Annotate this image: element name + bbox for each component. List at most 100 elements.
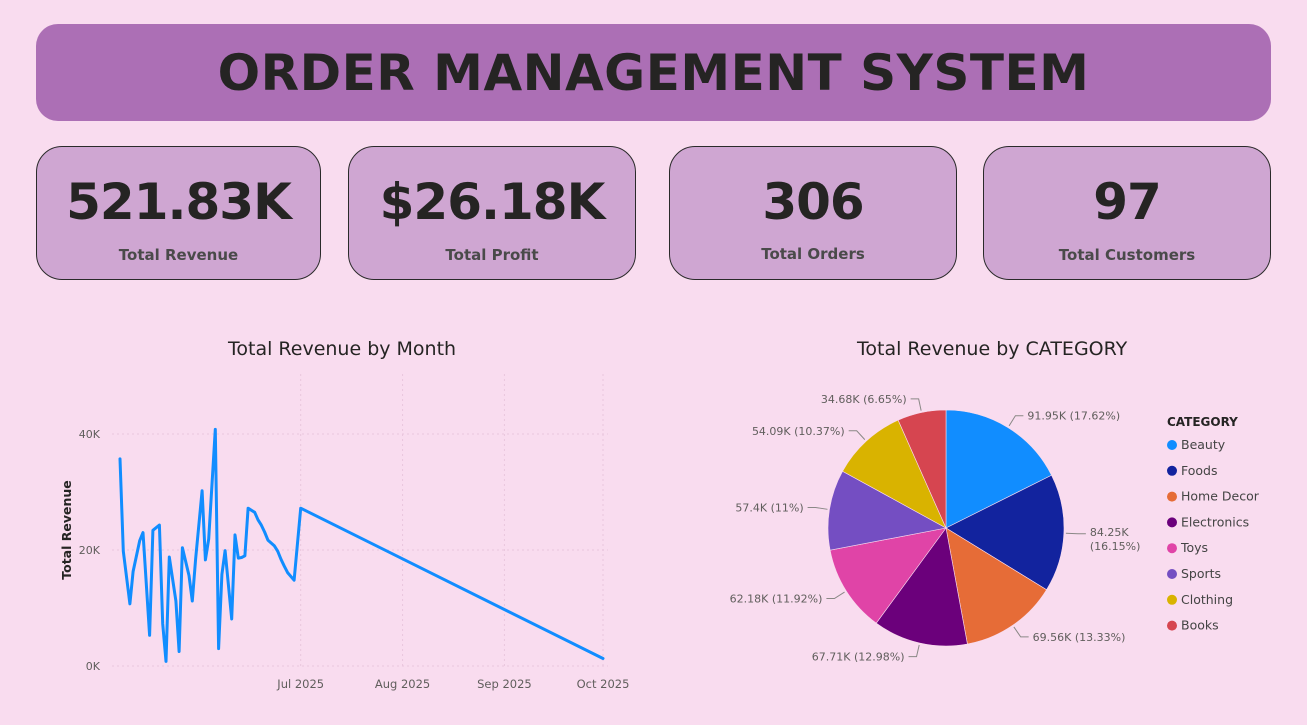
revenue-data-point[interactable] bbox=[229, 617, 234, 622]
revenue-data-point[interactable] bbox=[259, 523, 264, 528]
kpi-value: 521.83K bbox=[66, 173, 292, 231]
pie-data-label: 57.4K (11%) bbox=[735, 501, 803, 514]
x-tick-label: Oct 2025 bbox=[577, 677, 630, 691]
revenue-data-point[interactable] bbox=[256, 517, 261, 522]
revenue-data-point[interactable] bbox=[131, 569, 136, 574]
revenue-data-point[interactable] bbox=[298, 506, 303, 511]
revenue-data-point[interactable] bbox=[279, 557, 284, 562]
kpi-label: Total Revenue bbox=[118, 246, 239, 264]
legend-item-label[interactable]: Electronics bbox=[1181, 514, 1249, 529]
revenue-data-point[interactable] bbox=[219, 572, 224, 577]
revenue-data-point[interactable] bbox=[190, 599, 195, 604]
revenue-data-point[interactable] bbox=[206, 536, 211, 541]
pie-chart-title: Total Revenue by CATEGORY bbox=[857, 338, 1128, 360]
revenue-by-category-pie-chart[interactable]: 91.95K (17.62%) 84.25K (16.15%) 69.56K (13.… bbox=[690, 375, 1307, 675]
legend-marker bbox=[1167, 491, 1177, 502]
pie-data-label: 67.71K (12.98%) bbox=[812, 651, 905, 664]
kpi-label: Total Orders bbox=[761, 245, 865, 263]
revenue-data-point[interactable] bbox=[177, 649, 182, 654]
legend-marker bbox=[1167, 440, 1177, 450]
revenue-data-point[interactable] bbox=[164, 659, 169, 664]
pie-data-label: 91.95K (17.62%) bbox=[1027, 410, 1120, 423]
pie-leader-line bbox=[908, 644, 920, 658]
revenue-data-point[interactable] bbox=[118, 456, 123, 461]
kpi-label: Total Profit bbox=[445, 246, 539, 264]
pie-leader-line bbox=[826, 591, 845, 600]
revenue-data-point[interactable] bbox=[127, 601, 132, 606]
pie-leader-line bbox=[1013, 626, 1029, 638]
y-axis-label: Total Revenue bbox=[59, 480, 74, 580]
legend-item-label[interactable]: Books bbox=[1181, 618, 1219, 633]
y-tick-label: 0K bbox=[86, 660, 101, 673]
kpi-card-total-profit[interactable]: $26.18K Total Profit bbox=[348, 146, 636, 280]
revenue-data-point[interactable] bbox=[200, 488, 205, 493]
y-tick-label: 20K bbox=[79, 544, 101, 557]
pie-data-label: 84.25K (16.15%) bbox=[1090, 526, 1141, 553]
legend-marker bbox=[1167, 465, 1177, 476]
kpi-card-total-revenue[interactable]: 521.83K Total Revenue bbox=[36, 146, 321, 280]
kpi-value: 306 bbox=[762, 173, 864, 231]
pie-leader-line bbox=[848, 430, 866, 440]
legend-marker bbox=[1167, 594, 1177, 605]
revenue-data-point[interactable] bbox=[275, 549, 280, 554]
pie-leader-line bbox=[1008, 415, 1024, 427]
x-tick-label: Aug 2025 bbox=[375, 677, 430, 691]
revenue-data-point[interactable] bbox=[121, 549, 126, 554]
revenue-data-point[interactable] bbox=[252, 510, 257, 515]
dashboard-title: ORDER MANAGEMENT SYSTEM bbox=[217, 43, 1090, 102]
revenue-data-point[interactable] bbox=[601, 656, 606, 661]
pie-leader-line bbox=[910, 398, 922, 411]
revenue-data-point[interactable] bbox=[137, 538, 142, 543]
revenue-data-point[interactable] bbox=[160, 621, 165, 626]
x-tick-label: Jul 2025 bbox=[276, 677, 324, 691]
revenue-data-point[interactable] bbox=[233, 532, 238, 537]
revenue-data-point[interactable] bbox=[147, 633, 152, 638]
revenue-data-point[interactable] bbox=[282, 564, 287, 569]
x-tick-label: Sep 2025 bbox=[477, 677, 532, 691]
pie-data-label: 54.09K (10.37%) bbox=[752, 425, 845, 438]
legend-item-label[interactable]: Toys bbox=[1180, 540, 1208, 555]
revenue-data-point[interactable] bbox=[246, 506, 251, 511]
revenue-data-point[interactable] bbox=[262, 530, 267, 535]
revenue-data-point[interactable] bbox=[180, 545, 185, 550]
revenue-data-point[interactable] bbox=[213, 427, 218, 432]
pie-leader-line bbox=[807, 506, 828, 510]
kpi-value: $26.18K bbox=[379, 173, 606, 231]
revenue-series-line[interactable] bbox=[118, 427, 605, 663]
y-tick-label: 40K bbox=[79, 428, 101, 441]
revenue-data-point[interactable] bbox=[167, 554, 172, 559]
revenue-data-point[interactable] bbox=[216, 646, 221, 651]
revenue-data-point[interactable] bbox=[242, 553, 247, 558]
pie-data-label: 62.18K (11.92%) bbox=[730, 593, 823, 606]
dashboard-header: ORDER MANAGEMENT SYSTEM bbox=[36, 24, 1271, 121]
revenue-data-point[interactable] bbox=[265, 538, 270, 543]
revenue-data-point[interactable] bbox=[203, 557, 208, 562]
revenue-by-month-line-chart[interactable]: 0K 20K 40K Jul 2025 Aug 2025 Sep 2025 Oct 2025… bbox=[0, 360, 650, 700]
legend-item-label[interactable]: Sports bbox=[1181, 566, 1221, 581]
revenue-data-point[interactable] bbox=[193, 557, 198, 562]
legend-marker bbox=[1167, 620, 1177, 631]
revenue-data-point[interactable] bbox=[150, 528, 155, 533]
legend-item-label[interactable]: Foods bbox=[1181, 463, 1218, 478]
legend-item-label[interactable]: Beauty bbox=[1181, 437, 1226, 452]
pie-data-label: 34.68K (6.65%) bbox=[821, 393, 907, 406]
kpi-card-total-orders[interactable]: 306 Total Orders bbox=[669, 146, 957, 280]
revenue-data-point[interactable] bbox=[285, 570, 290, 575]
legend-item-label[interactable]: Clothing bbox=[1181, 592, 1233, 607]
revenue-data-point[interactable] bbox=[292, 578, 297, 583]
kpi-card-total-customers[interactable]: 97 Total Customers bbox=[983, 146, 1271, 280]
revenue-data-point[interactable] bbox=[141, 530, 146, 535]
revenue-data-point[interactable] bbox=[272, 543, 277, 548]
legend-marker bbox=[1167, 517, 1177, 528]
legend-title: CATEGORY bbox=[1167, 415, 1238, 429]
revenue-data-point[interactable] bbox=[223, 548, 228, 553]
revenue-data-point[interactable] bbox=[173, 599, 178, 604]
kpi-label: Total Customers bbox=[1058, 246, 1196, 264]
legend-item-label[interactable]: Home Decor bbox=[1181, 489, 1260, 504]
revenue-data-point[interactable] bbox=[187, 573, 192, 578]
line-chart-title: Total Revenue by Month bbox=[228, 338, 457, 360]
revenue-data-point[interactable] bbox=[157, 523, 162, 528]
legend-marker bbox=[1167, 569, 1177, 579]
pie-leader-line bbox=[1065, 532, 1086, 535]
kpi-value: 97 bbox=[1093, 173, 1162, 231]
